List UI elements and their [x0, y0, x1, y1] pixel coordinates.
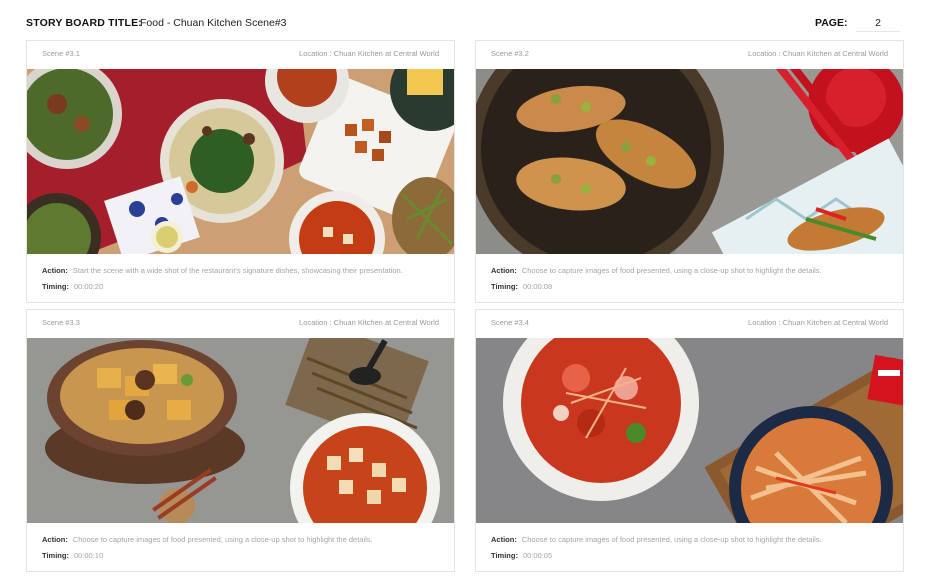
scene-number: Scene #3.4 — [491, 318, 529, 327]
timing-row: Timing: 00:00:05 — [491, 551, 552, 560]
scene-number: Scene #3.1 — [42, 49, 80, 58]
scene-photo-claypot-tofu — [27, 338, 454, 523]
scene-photo-spicy-salad — [476, 338, 903, 523]
action-row: Action: Start the scene with a wide shot … — [42, 266, 403, 275]
action-row: Action: Choose to capture images of food … — [491, 535, 822, 544]
action-text: Choose to capture images of food present… — [521, 266, 822, 275]
action-row: Action: Choose to capture images of food … — [42, 535, 373, 544]
scene-location: Location : Chuan Kitchen at Central Worl… — [299, 318, 439, 327]
action-row: Action: Choose to capture images of food … — [491, 266, 822, 275]
timing-label: Timing: — [42, 282, 69, 291]
timing-row: Timing: 00:00:10 — [42, 551, 103, 560]
scene-number: Scene #3.2 — [491, 49, 529, 58]
action-text: Choose to capture images of food present… — [521, 535, 822, 544]
page-number: 2 — [856, 17, 900, 32]
scene-panel: Scene #3.1 Location : Chuan Kitchen at C… — [26, 40, 455, 303]
timing-label: Timing: — [42, 551, 69, 560]
timing-value: 00:00:20 — [73, 282, 104, 291]
storyboard-title: Food - Chuan Kitchen Scene#3 — [140, 17, 287, 29]
scene-panel: Scene #3.2 Location : Chuan Kitchen at C… — [475, 40, 904, 303]
storyboard-header: STORY BOARD TITLE: Food - Chuan Kitchen … — [26, 17, 904, 32]
timing-value: 00:00:05 — [522, 551, 553, 560]
storyboard-title-label: STORY BOARD TITLE: — [26, 17, 142, 29]
scene-location: Location : Chuan Kitchen at Central Worl… — [748, 49, 888, 58]
scene-photo-overhead-dishes — [27, 69, 454, 254]
scene-location: Location : Chuan Kitchen at Central Worl… — [299, 49, 439, 58]
timing-label: Timing: — [491, 282, 518, 291]
action-text: Start the scene with a wide shot of the … — [72, 266, 403, 275]
action-label: Action: — [42, 266, 68, 275]
scene-number: Scene #3.3 — [42, 318, 80, 327]
scene-panel: Scene #3.4 Location : Chuan Kitchen at C… — [475, 309, 904, 572]
scene-location: Location : Chuan Kitchen at Central Worl… — [748, 318, 888, 327]
scene-panel: Scene #3.3 Location : Chuan Kitchen at C… — [26, 309, 455, 572]
timing-row: Timing: 00:00:08 — [491, 282, 552, 291]
timing-label: Timing: — [491, 551, 518, 560]
action-text: Choose to capture images of food present… — [72, 535, 373, 544]
timing-value: 00:00:10 — [73, 551, 104, 560]
timing-row: Timing: 00:00:20 — [42, 282, 103, 291]
action-label: Action: — [42, 535, 68, 544]
action-label: Action: — [491, 535, 517, 544]
timing-value: 00:00:08 — [522, 282, 553, 291]
scene-photo-fried-fish — [476, 69, 903, 254]
action-label: Action: — [491, 266, 517, 275]
page-label: PAGE: — [815, 17, 848, 29]
